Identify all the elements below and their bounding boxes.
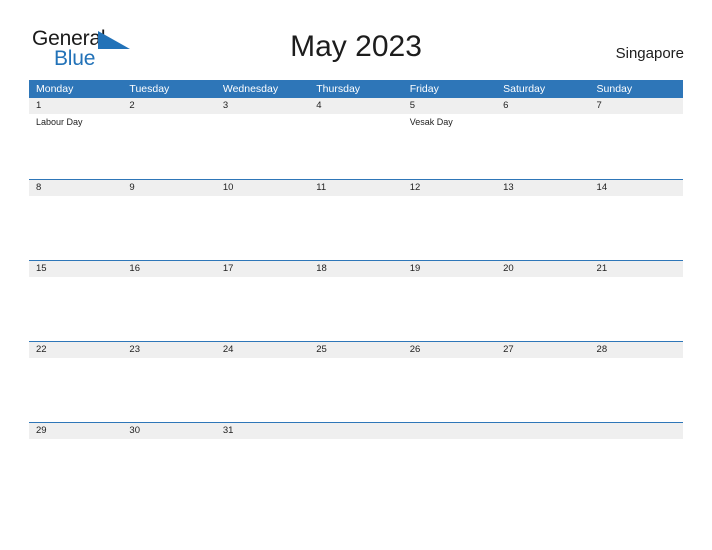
date-number-cell[interactable]: 10 <box>216 180 309 196</box>
calendar-week-row: 1 2 3 4 5 6 7 Labour Day Vesak Day <box>29 98 683 179</box>
date-number-cell[interactable]: 24 <box>216 342 309 358</box>
day-events-cell[interactable] <box>590 196 683 260</box>
day-events-cell[interactable] <box>403 277 496 341</box>
day-events-cell[interactable] <box>496 114 589 178</box>
date-number-cell[interactable]: 8 <box>29 180 122 196</box>
date-number-cell[interactable]: 17 <box>216 261 309 277</box>
date-number-cell[interactable]: 1 <box>29 98 122 114</box>
date-number-cell-empty <box>496 423 589 439</box>
week-date-band: 29 30 31 <box>29 422 683 439</box>
calendar-week-row: 29 30 31 <box>29 422 683 503</box>
weekday-header-monday: Monday <box>36 83 74 95</box>
calendar-week-row: 22 23 24 25 26 27 28 <box>29 341 683 422</box>
week-date-band: 8 9 10 11 12 13 14 <box>29 179 683 196</box>
week-date-band: 22 23 24 25 26 27 28 <box>29 341 683 358</box>
date-number-cell[interactable]: 6 <box>496 98 589 114</box>
day-events-cell[interactable] <box>29 196 122 260</box>
week-event-band <box>29 358 683 422</box>
date-number-cell[interactable]: 3 <box>216 98 309 114</box>
date-number-cell[interactable]: 26 <box>403 342 496 358</box>
day-events-cell[interactable]: Vesak Day <box>403 114 496 178</box>
weekday-header-sunday: Sunday <box>596 83 633 95</box>
date-number-cell[interactable]: 25 <box>309 342 402 358</box>
date-number-cell[interactable]: 16 <box>122 261 215 277</box>
day-events-cell[interactable] <box>496 277 589 341</box>
date-number-cell[interactable]: 18 <box>309 261 402 277</box>
date-number-cell[interactable]: 21 <box>590 261 683 277</box>
day-events-cell[interactable] <box>590 114 683 178</box>
date-number-cell[interactable]: 23 <box>122 342 215 358</box>
weekday-header-row: Monday Tuesday Wednesday Thursday Friday… <box>29 80 683 98</box>
day-events-cell[interactable] <box>590 277 683 341</box>
day-events-cell-empty <box>590 439 683 503</box>
weekday-header-friday: Friday <box>409 83 439 95</box>
week-date-band: 1 2 3 4 5 6 7 <box>29 98 683 114</box>
week-event-band: Labour Day Vesak Day <box>29 114 683 178</box>
date-number-cell[interactable]: 30 <box>122 423 215 439</box>
calendar-week-row: 8 9 10 11 12 13 14 <box>29 179 683 260</box>
day-events-cell-empty <box>403 439 496 503</box>
week-event-band <box>29 439 683 503</box>
date-number-cell[interactable]: 13 <box>496 180 589 196</box>
day-events-cell[interactable] <box>403 196 496 260</box>
event-label: Vesak Day <box>409 117 453 127</box>
day-events-cell[interactable] <box>216 358 309 422</box>
date-number-cell[interactable]: 27 <box>496 342 589 358</box>
day-events-cell[interactable] <box>122 196 215 260</box>
date-number-cell[interactable]: 22 <box>29 342 122 358</box>
page-title: May 2023 <box>290 30 422 63</box>
locale-label: Singapore <box>615 45 684 62</box>
date-number-cell[interactable]: 20 <box>496 261 589 277</box>
week-event-band <box>29 277 683 341</box>
date-number-cell[interactable]: 7 <box>590 98 683 114</box>
date-number-cell[interactable]: 14 <box>590 180 683 196</box>
date-number-cell[interactable]: 9 <box>122 180 215 196</box>
date-number-cell[interactable]: 19 <box>403 261 496 277</box>
calendar-grid: Monday Tuesday Wednesday Thursday Friday… <box>29 80 683 503</box>
event-label: Labour Day <box>36 117 83 127</box>
day-events-cell[interactable] <box>496 358 589 422</box>
day-events-cell[interactable] <box>403 358 496 422</box>
page-header: General Blue May 2023 Singapore <box>0 0 712 80</box>
date-number-cell-empty <box>590 423 683 439</box>
day-events-cell[interactable] <box>309 358 402 422</box>
day-events-cell[interactable] <box>309 277 402 341</box>
day-events-cell[interactable] <box>216 114 309 178</box>
day-events-cell[interactable] <box>216 439 309 503</box>
date-number-cell[interactable]: 4 <box>309 98 402 114</box>
date-number-cell[interactable]: 2 <box>122 98 215 114</box>
date-number-cell[interactable]: 12 <box>403 180 496 196</box>
date-number-cell[interactable]: 28 <box>590 342 683 358</box>
weekday-header-wednesday: Wednesday <box>222 83 279 95</box>
day-events-cell[interactable] <box>122 439 215 503</box>
week-date-band: 15 16 17 18 19 20 21 <box>29 260 683 277</box>
day-events-cell[interactable] <box>496 196 589 260</box>
weekday-header-thursday: Thursday <box>316 83 361 95</box>
day-events-cell[interactable] <box>216 277 309 341</box>
date-number-cell[interactable]: 5 <box>403 98 496 114</box>
day-events-cell[interactable] <box>590 358 683 422</box>
calendar-week-row: 15 16 17 18 19 20 21 <box>29 260 683 341</box>
date-number-cell[interactable]: 11 <box>309 180 402 196</box>
day-events-cell[interactable] <box>309 196 402 260</box>
day-events-cell[interactable] <box>122 358 215 422</box>
weekday-header-tuesday: Tuesday <box>129 83 170 95</box>
day-events-cell[interactable] <box>29 358 122 422</box>
date-number-cell[interactable]: 15 <box>29 261 122 277</box>
date-number-cell[interactable]: 31 <box>216 423 309 439</box>
date-number-cell-empty <box>309 423 402 439</box>
date-number-cell-empty <box>403 423 496 439</box>
week-event-band <box>29 196 683 260</box>
weekday-header-saturday: Saturday <box>503 83 546 95</box>
day-events-cell[interactable] <box>122 114 215 178</box>
day-events-cell-empty <box>496 439 589 503</box>
day-events-cell[interactable] <box>216 196 309 260</box>
day-events-cell-empty <box>309 439 402 503</box>
day-events-cell[interactable] <box>29 277 122 341</box>
day-events-cell[interactable] <box>29 439 122 503</box>
day-events-cell[interactable] <box>309 114 402 178</box>
date-number-cell[interactable]: 29 <box>29 423 122 439</box>
day-events-cell[interactable] <box>122 277 215 341</box>
day-events-cell[interactable]: Labour Day <box>29 114 122 178</box>
